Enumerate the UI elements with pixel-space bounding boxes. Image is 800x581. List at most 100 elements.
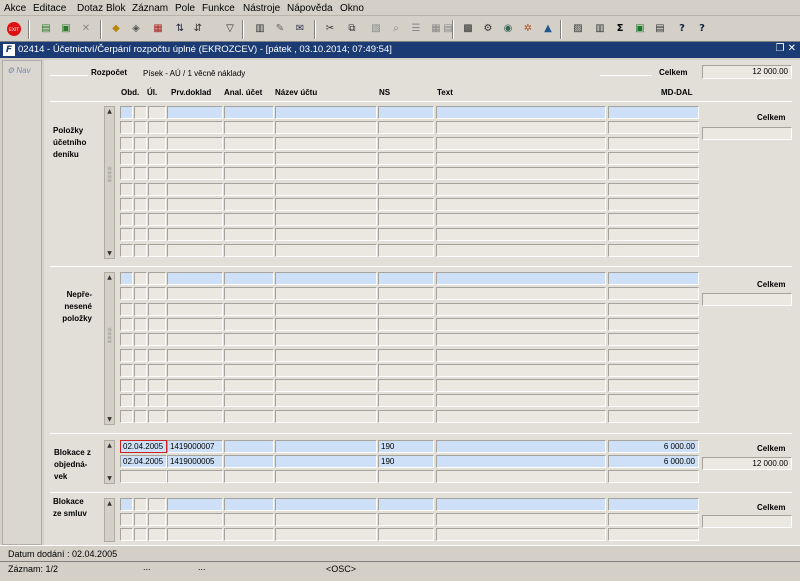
grid-cell-mddal[interactable] <box>608 470 699 483</box>
grid-cell-ns[interactable] <box>378 287 434 301</box>
menu-dotaz[interactable]: Dotaz <box>77 3 103 14</box>
grid-cell-anal[interactable] <box>224 348 274 362</box>
blokace-sml-scrollbar[interactable]: ▲ <box>104 498 115 542</box>
grid-cell-anal[interactable] <box>224 272 274 285</box>
grid-cell-ul[interactable] <box>134 272 147 285</box>
grid-cell-anal[interactable] <box>224 455 274 468</box>
grid-cell-obd[interactable] <box>120 498 133 511</box>
grid-cell-nazev[interactable] <box>275 348 377 362</box>
grid-cell-mddal[interactable] <box>608 167 699 181</box>
grid-cell-anal[interactable] <box>224 121 274 135</box>
grid-cell-nazev[interactable] <box>275 498 377 511</box>
copy-icon[interactable]: ⧉ <box>344 21 360 37</box>
grid-cell-text[interactable] <box>436 409 606 423</box>
grid-cell-prvdoklad[interactable] <box>167 302 223 316</box>
grid-cell-ul[interactable] <box>134 197 147 211</box>
grid-cell-prvdoklad[interactable] <box>167 167 223 181</box>
grid-cell-ns[interactable] <box>378 167 434 181</box>
grid-cell-obd[interactable] <box>120 197 133 211</box>
menu-nastroje[interactable]: Nástroje <box>243 3 280 14</box>
grid-cell-prvdoklad[interactable] <box>167 272 223 285</box>
settings-icon[interactable]: ✲ <box>520 21 536 37</box>
grid-cell-mddal[interactable] <box>608 151 699 165</box>
grid-cell-ns[interactable] <box>378 379 434 393</box>
grid-cell-nazev[interactable] <box>275 121 377 135</box>
grid-cell-ul[interactable] <box>134 136 147 150</box>
grid-cell-obd[interactable] <box>120 333 133 347</box>
tools-icon[interactable]: ⚙ <box>480 21 496 37</box>
grid-cell-nazev[interactable] <box>275 363 377 377</box>
grid-cell-obd[interactable]: 02.04.2005 <box>120 440 167 453</box>
grid-cell-text[interactable] <box>436 379 606 393</box>
grid-cell-nazev[interactable] <box>275 513 377 526</box>
grid-cell-mddal[interactable] <box>608 363 699 377</box>
grid-cell-mddal[interactable] <box>608 272 699 285</box>
find-icon[interactable]: ⌕ <box>388 21 404 37</box>
grid-cell-x3[interactable] <box>148 302 166 316</box>
polozky-scrollbar[interactable]: ▲ ≡ ≡ ≡ ≡ ▼ <box>104 106 115 259</box>
grid-cell-obd[interactable] <box>120 363 133 377</box>
grid-cell-ul[interactable] <box>134 317 147 331</box>
grid-cell-obd[interactable] <box>120 106 133 119</box>
grid-cell-prvdoklad[interactable] <box>167 348 223 362</box>
grid-cell-anal[interactable] <box>224 440 274 453</box>
grid-cell-nazev[interactable] <box>275 182 377 196</box>
neprenesene-scrollbar[interactable]: ▲ ≡ ≡ ≡ ≡ ▼ <box>104 272 115 425</box>
sum-icon[interactable]: Σ <box>612 21 628 37</box>
grid-cell-text[interactable] <box>436 197 606 211</box>
grid-cell-ul[interactable] <box>134 228 147 242</box>
delete-record-icon[interactable]: ✕ <box>78 21 94 37</box>
grid-cell-ul[interactable] <box>134 106 147 119</box>
grid-cell-x3[interactable] <box>148 528 166 541</box>
grid-cell-prvdoklad[interactable] <box>167 470 223 483</box>
excel-icon[interactable]: ▣ <box>632 21 648 37</box>
grid-cell-mddal[interactable]: 6 000.00 <box>608 440 699 453</box>
grid-cell-prvdoklad[interactable] <box>167 228 223 242</box>
grid-cell-ns[interactable] <box>378 136 434 150</box>
grid-cell-obd[interactable] <box>120 379 133 393</box>
grid-cell-text[interactable] <box>436 151 606 165</box>
grid-cell-anal[interactable] <box>224 317 274 331</box>
grid-cell-text[interactable] <box>436 106 606 119</box>
grid-cell-mddal[interactable] <box>608 197 699 211</box>
grid-cell-ns[interactable] <box>378 106 434 119</box>
grid-cell-ns[interactable] <box>378 272 434 285</box>
grid-cell-x3[interactable] <box>148 167 166 181</box>
grid-cell-obd[interactable] <box>120 409 133 423</box>
grid-cell-nazev[interactable] <box>275 106 377 119</box>
grid-cell-text[interactable] <box>436 243 606 257</box>
grid-cell-nazev[interactable] <box>275 287 377 301</box>
grid-cell-prvdoklad[interactable] <box>167 121 223 135</box>
grid-cell-x3[interactable] <box>148 136 166 150</box>
grid-cell-prvdoklad[interactable] <box>167 287 223 301</box>
grid-cell-x3[interactable] <box>148 197 166 211</box>
calculator-icon[interactable]: ▩ <box>460 21 476 37</box>
warning-icon[interactable]: ▲ <box>540 21 556 37</box>
grid-cell-nazev[interactable] <box>275 394 377 408</box>
menu-funkce[interactable]: Funkce <box>202 3 235 14</box>
grid-cell-x3[interactable] <box>148 106 166 119</box>
grid-cell-x3[interactable] <box>148 213 166 227</box>
grid-cell-obd[interactable] <box>120 167 133 181</box>
grid-cell-ns[interactable] <box>378 197 434 211</box>
scroll-up-icon[interactable]: ▲ <box>105 273 114 282</box>
grid-cell-obd[interactable] <box>120 470 167 483</box>
grid-cell-nazev[interactable] <box>275 528 377 541</box>
grid-cell-nazev[interactable] <box>275 213 377 227</box>
sort-icon[interactable]: ⇅ <box>172 21 188 37</box>
grid-cell-mddal[interactable] <box>608 136 699 150</box>
grid-cell-mddal[interactable] <box>608 528 699 541</box>
grid-cell-prvdoklad[interactable] <box>167 182 223 196</box>
print-icon[interactable]: ▥ <box>252 21 268 37</box>
grid-cell-prvdoklad[interactable] <box>167 513 223 526</box>
grid-cell-prvdoklad[interactable] <box>167 197 223 211</box>
grid-cell-x3[interactable] <box>148 287 166 301</box>
context-help-icon[interactable]: ? <box>694 21 710 37</box>
grid-cell-prvdoklad[interactable] <box>167 136 223 150</box>
grid-cell-ns[interactable] <box>378 348 434 362</box>
grid-cell-ul[interactable] <box>134 498 147 511</box>
grid-cell-ns[interactable] <box>378 317 434 331</box>
grid-cell-ul[interactable] <box>134 243 147 257</box>
grid-cell-mddal[interactable] <box>608 348 699 362</box>
scroll-down-icon[interactable]: ▼ <box>105 249 114 258</box>
